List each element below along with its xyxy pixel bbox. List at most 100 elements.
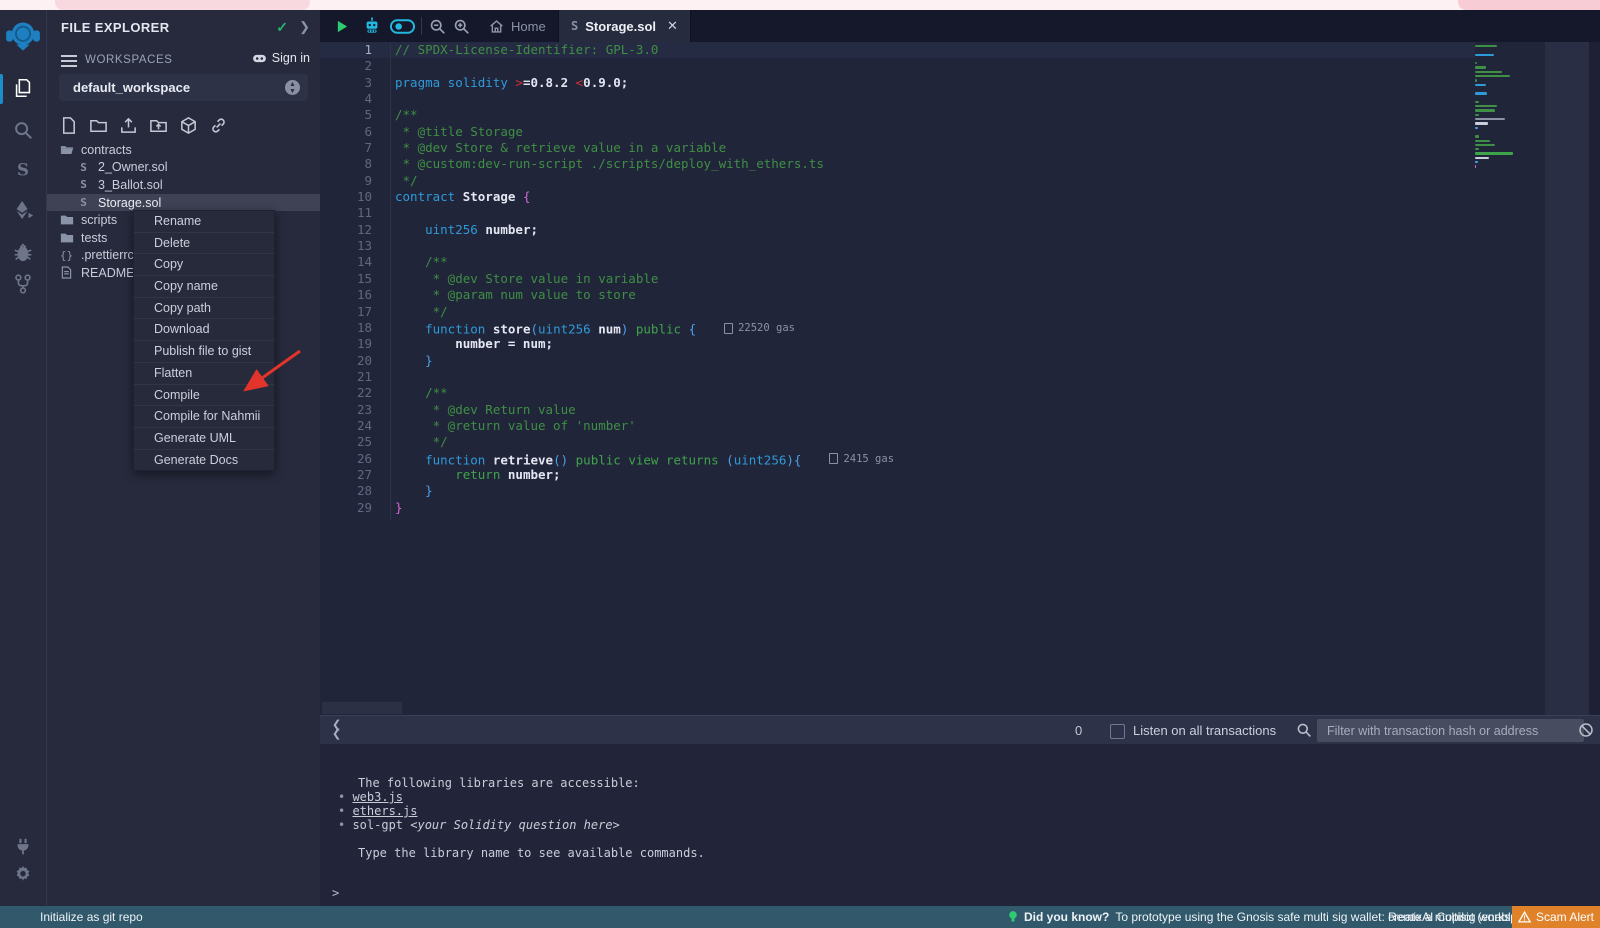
workspace-select[interactable]: default_workspace ▲▼ [59,74,308,101]
link-icon[interactable] [209,116,228,135]
code-line-12[interactable]: 12 uint256 number; [320,222,1475,238]
ai-assistant-robot-icon[interactable] [358,10,386,42]
tab-storage-sol[interactable]: S Storage.sol ✕ [558,10,691,42]
code-line-11[interactable]: 11 [320,205,1475,221]
context-menu-item-rename[interactable]: Rename [134,211,274,232]
context-menu-item-download[interactable]: Download [134,318,274,340]
file-label: scripts [81,213,117,227]
listen-all-transactions-checkbox[interactable] [1110,724,1125,739]
code-line-17[interactable]: 17 */ [320,304,1475,320]
code-line-22[interactable]: 22 /** [320,385,1475,401]
line-text [372,91,395,107]
file-tree-item-contracts[interactable]: contracts [47,141,320,159]
terminal-expand-icon[interactable]: ❮❮ [332,721,341,739]
code-line-24[interactable]: 24 * @return value of 'number' [320,418,1475,434]
upload-folder-icon[interactable] [149,116,168,135]
library-name[interactable]: web3.js [352,790,403,804]
line-text: number = num; [372,336,553,352]
context-menu-item-delete[interactable]: Delete [134,232,274,254]
sign-in-button[interactable]: Sign in [252,51,310,65]
scam-alert-button[interactable]: Scam Alert [1512,906,1600,928]
context-menu-item-generate-uml[interactable]: Generate UML [134,427,274,449]
debugger-icon[interactable] [0,234,46,270]
line-number: 19 [320,336,372,352]
terminal-library-sol-gpt: • sol-gpt <your Solidity question here> [338,818,705,832]
clear-console-icon[interactable] [1578,722,1594,738]
code-line-15[interactable]: 15 * @dev Store value in variable [320,271,1475,287]
code-line-28[interactable]: 28 } [320,483,1475,499]
context-menu-item-copy-path[interactable]: Copy path [134,297,274,319]
solidity-compiler-icon[interactable]: S [0,152,46,188]
search-icon[interactable] [0,112,46,148]
code-line-6[interactable]: 6 * @title Storage [320,124,1475,140]
tab-close-icon[interactable]: ✕ [667,18,678,34]
git-icon[interactable] [0,266,46,302]
code-line-4[interactable]: 4 [320,91,1475,107]
zoom-out-icon[interactable] [424,10,450,42]
workspaces-menu-icon[interactable] [61,54,77,68]
code-line-1[interactable]: 1// SPDX-License-Identifier: GPL-3.0 [320,42,1475,58]
line-number: 15 [320,271,372,287]
code-line-23[interactable]: 23 * @dev Return value [320,402,1475,418]
file-tree-item-storage-sol[interactable]: SStorage.sol [47,194,320,212]
transaction-filter-input[interactable] [1317,719,1584,742]
code-editor[interactable]: 1// SPDX-License-Identifier: GPL-3.023pr… [320,42,1600,715]
listen-all-transactions-label: Listen on all transactions [1133,723,1276,738]
context-menu-item-compile-for-nahmii[interactable]: Compile for Nahmii [134,405,274,427]
editor-tabbar: Home S Storage.sol ✕ [320,10,1600,42]
active-plugin-indicator [0,74,3,104]
git-init-button[interactable]: Initialize as git repo [40,910,143,924]
zoom-in-icon[interactable] [448,10,474,42]
code-line-25[interactable]: 25 */ [320,434,1475,450]
code-line-7[interactable]: 7 * @dev Store & retrieve value in a var… [320,140,1475,156]
context-menu-item-generate-docs[interactable]: Generate Docs [134,449,274,471]
check-icon: ✓ [276,19,288,36]
file-tree-item-2-owner-sol[interactable]: S2_Owner.sol [47,159,320,177]
file-explorer-icon[interactable] [0,70,46,106]
code-line-2[interactable]: 2 [320,58,1475,74]
file-tree-item-3-ballot-sol[interactable]: S3_Ballot.sol [47,176,320,194]
new-folder-icon[interactable] [89,116,108,135]
ipfs-cube-icon[interactable] [179,116,198,135]
minimap[interactable] [1475,45,1545,170]
terminal-output[interactable]: The following libraries are accessible: … [320,744,1600,906]
collapse-chevron-icon[interactable]: ❯ [299,19,310,35]
context-menu-item-copy-name[interactable]: Copy name [134,275,274,297]
code-line-14[interactable]: 14 /** [320,254,1475,270]
code-line-3[interactable]: 3pragma solidity >=0.8.2 <0.9.0; [320,75,1475,91]
code-line-18[interactable]: 18 function store(uint256 num) public {2… [320,320,1475,336]
code-line-27[interactable]: 27 return number; [320,467,1475,483]
terminal-search-icon[interactable] [1296,722,1312,738]
settings-gear-icon[interactable] [0,856,46,892]
copilot-status[interactable]: RemixAI Copilot (enabled) [1388,910,1528,924]
line-text: * @dev Store & retrieve value in a varia… [372,140,726,156]
code-line-5[interactable]: 5/** [320,107,1475,123]
code-line-29[interactable]: 29} [320,500,1475,516]
upload-file-icon[interactable] [119,116,138,135]
code-line-10[interactable]: 10contract Storage { [320,189,1475,205]
new-file-icon[interactable] [59,116,78,135]
code-line-13[interactable]: 13 [320,238,1475,254]
library-name[interactable]: ethers.js [352,804,417,818]
line-text: */ [372,304,448,320]
terminal-prompt[interactable]: > [332,886,339,900]
code-line-26[interactable]: 26 function retrieve() public view retur… [320,451,1475,467]
sign-in-label: Sign in [272,51,310,65]
tab-home[interactable]: Home [475,10,560,42]
minimap-slider[interactable] [1545,42,1589,715]
editor-area: Home S Storage.sol ✕ 1// SPDX-License-Id… [320,10,1600,906]
code-line-21[interactable]: 21 [320,369,1475,385]
context-menu-item-copy[interactable]: Copy [134,253,274,275]
code-line-20[interactable]: 20 } [320,353,1475,369]
solidity-file-icon: S [571,19,578,33]
code-line-9[interactable]: 9 */ [320,173,1475,189]
horizontal-scrollbar-thumb[interactable] [322,702,402,714]
deploy-run-icon[interactable] [0,192,46,228]
run-script-play-icon[interactable] [328,10,356,42]
folder-icon [59,232,74,244]
copilot-toggle[interactable] [386,10,418,42]
remix-logo-icon[interactable] [0,14,46,58]
code-line-16[interactable]: 16 * @param num value to store [320,287,1475,303]
code-line-8[interactable]: 8 * @custom:dev-run-script ./scripts/dep… [320,156,1475,172]
code-line-19[interactable]: 19 number = num; [320,336,1475,352]
